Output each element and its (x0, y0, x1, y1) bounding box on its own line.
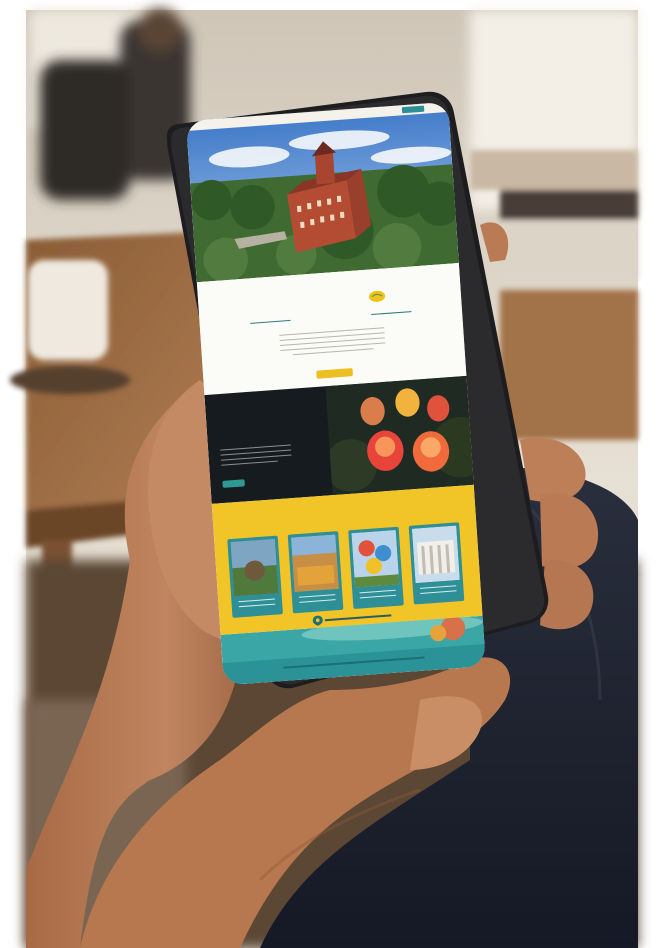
attraction-card-2[interactable] (287, 531, 344, 614)
things-to-do-section (211, 484, 483, 635)
hot-air-balloons-photo (325, 375, 474, 496)
balloon-button[interactable] (222, 479, 245, 488)
intro-button[interactable] (316, 368, 354, 379)
map-pin-icon (312, 615, 323, 626)
phone-screen-website (186, 101, 486, 686)
lemon-icon (368, 290, 386, 302)
balloon-glow-section (204, 375, 474, 504)
attraction-card-1[interactable] (227, 535, 283, 618)
attraction-card-3[interactable] (348, 526, 404, 609)
hero-photo (186, 101, 459, 283)
attraction-card-4[interactable] (408, 522, 465, 605)
intro-section (196, 263, 467, 396)
